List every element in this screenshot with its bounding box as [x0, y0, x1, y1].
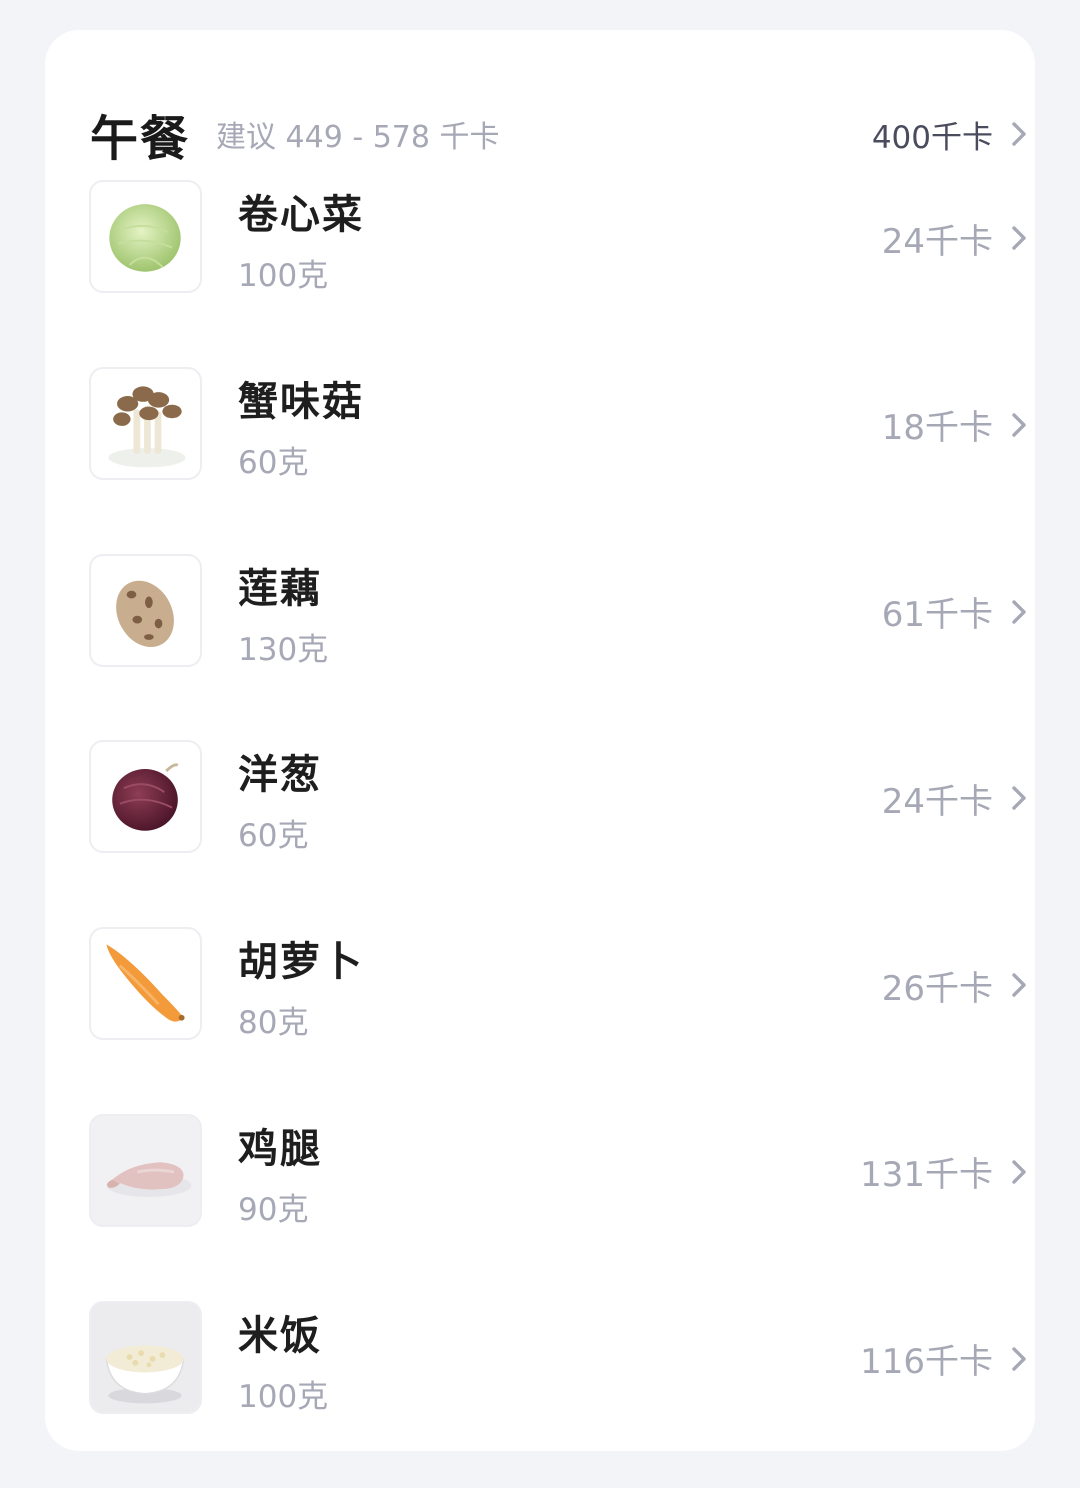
food-calories-value: 24千卡: [881, 221, 993, 262]
chevron-right-icon: [1003, 969, 1035, 1001]
food-name: 胡萝卜: [238, 939, 364, 986]
food-amount: 80克: [238, 1005, 309, 1042]
food-calories: 116千卡: [860, 1337, 1035, 1383]
chevron-right-icon: [1003, 1156, 1035, 1188]
chevron-right-icon: [1003, 1343, 1035, 1375]
food-calories-value: 61千卡: [881, 595, 993, 636]
food-calories: 24千卡: [881, 776, 1035, 822]
food-calories-value: 26千卡: [881, 968, 993, 1009]
mushroom-icon: [89, 366, 202, 480]
meal-card: 午餐 建议 449 - 578 千卡 400千卡 卷心菜 100克 24千卡 蟹…: [45, 30, 1035, 1451]
meal-total-calories[interactable]: 400千卡: [872, 112, 1035, 157]
chevron-right-icon: [1003, 596, 1035, 628]
food-amount: 100克: [238, 1378, 329, 1415]
chevron-right-icon: [1003, 222, 1035, 254]
food-name: 莲藕: [238, 565, 322, 612]
food-name: 鸡腿: [238, 1125, 322, 1172]
food-amount: 90克: [238, 1191, 309, 1228]
chicken-leg-icon: [89, 1113, 202, 1227]
food-item-onion[interactable]: 洋葱 60克 24千卡: [89, 740, 1035, 927]
chevron-right-icon: [1003, 118, 1035, 150]
food-name: 米饭: [238, 1312, 322, 1359]
food-calories: 131千卡: [860, 1150, 1035, 1196]
chevron-right-icon: [1003, 782, 1035, 814]
carrot-icon: [89, 927, 202, 1041]
food-item-mushroom[interactable]: 蟹味菇 60克 18千卡: [89, 366, 1035, 554]
food-name: 洋葱: [238, 752, 322, 799]
food-name: 卷心菜: [238, 192, 364, 238]
food-amount: 60克: [238, 444, 309, 481]
food-list: 卷心菜 100克 24千卡 蟹味菇 60克 18千卡 莲藕 130克 61千卡 …: [89, 180, 1035, 1488]
food-amount: 130克: [238, 631, 329, 668]
food-calories: 18千卡: [881, 403, 1035, 449]
food-amount: 100克: [238, 258, 329, 294]
food-item-chicken-leg[interactable]: 鸡腿 90克 131千卡: [89, 1113, 1035, 1301]
chevron-right-icon: [1003, 409, 1035, 441]
food-calories: 61千卡: [881, 590, 1035, 636]
meal-suggestion: 建议 449 - 578 千卡: [216, 120, 500, 155]
rice-bowl-icon: [89, 1300, 202, 1414]
food-calories: 24千卡: [881, 216, 1035, 262]
food-calories-value: 24千卡: [881, 781, 993, 822]
onion-icon: [89, 740, 202, 854]
food-item-rice[interactable]: 米饭 100克 116千卡: [89, 1300, 1035, 1488]
cabbage-icon: [89, 180, 202, 293]
lotus-root-icon: [89, 553, 202, 667]
meal-total-value: 400千卡: [871, 119, 993, 156]
food-calories: 26千卡: [881, 963, 1035, 1009]
food-item-carrot[interactable]: 胡萝卜 80克 26千卡: [89, 927, 1035, 1114]
food-name: 蟹味菇: [238, 378, 364, 425]
food-amount: 60克: [238, 818, 309, 855]
food-item-cabbage[interactable]: 卷心菜 100克 24千卡: [89, 180, 1035, 367]
food-item-lotus-root[interactable]: 莲藕 130克 61千卡: [89, 553, 1035, 741]
food-calories-value: 18千卡: [881, 408, 993, 449]
food-calories-value: 131千卡: [860, 1155, 993, 1196]
meal-header[interactable]: 午餐 建议 449 - 578 千卡 400千卡: [90, 100, 1035, 168]
meal-title: 午餐: [90, 111, 191, 167]
food-calories-value: 116千卡: [860, 1342, 993, 1383]
